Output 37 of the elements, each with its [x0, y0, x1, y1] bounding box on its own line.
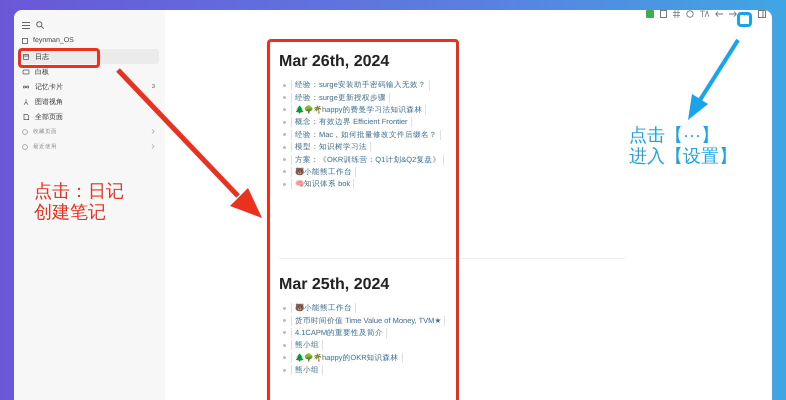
sidebar-toggle-icon[interactable]: [758, 10, 766, 18]
bullet-icon: [283, 319, 286, 322]
graph-icon: [22, 98, 30, 106]
back-arrow-icon[interactable]: [715, 11, 723, 17]
bullet-icon: [283, 146, 286, 149]
forward-arrow-icon[interactable]: [729, 11, 737, 17]
chevron-icon: [151, 144, 155, 149]
bullet-icon: [283, 331, 286, 334]
calendar-icon: [22, 52, 30, 60]
translate-icon[interactable]: [700, 10, 709, 18]
whiteboard-icon: [22, 68, 30, 76]
hash-icon[interactable]: [673, 10, 680, 18]
bullet-icon: [283, 96, 286, 100]
bullet-icon: [283, 170, 286, 174]
bullet-icon: [283, 306, 286, 310]
chevron-icon: [151, 129, 155, 134]
annotation-text: 点击：日记 创建笔记: [34, 181, 124, 223]
annotation-text: 点击【···】 进入【设置】: [629, 125, 737, 167]
journal-date[interactable]: Mar 26th, 2024: [279, 53, 625, 71]
bullet-icon: [283, 84, 286, 87]
bullet-icon: [283, 120, 286, 124]
bullet-icon: [283, 158, 286, 162]
bullet-icon: [283, 182, 286, 186]
page-icon[interactable]: [660, 10, 667, 18]
bullet-icon: [283, 344, 286, 347]
bullet-icon: [283, 133, 286, 136]
search-icon[interactable]: [36, 21, 44, 29]
journal-date[interactable]: Mar 25th, 2024: [279, 276, 625, 294]
bullet-icon: [283, 108, 286, 112]
infinity-icon: [22, 82, 30, 90]
menu-icon[interactable]: [22, 22, 30, 28]
workspace-icon: [22, 38, 28, 44]
highlight-frame: [737, 12, 752, 27]
bullet-icon: [283, 368, 286, 372]
bubble-icon[interactable]: [686, 10, 694, 18]
bullet-icon: [283, 356, 286, 360]
pages-icon: [22, 112, 30, 120]
